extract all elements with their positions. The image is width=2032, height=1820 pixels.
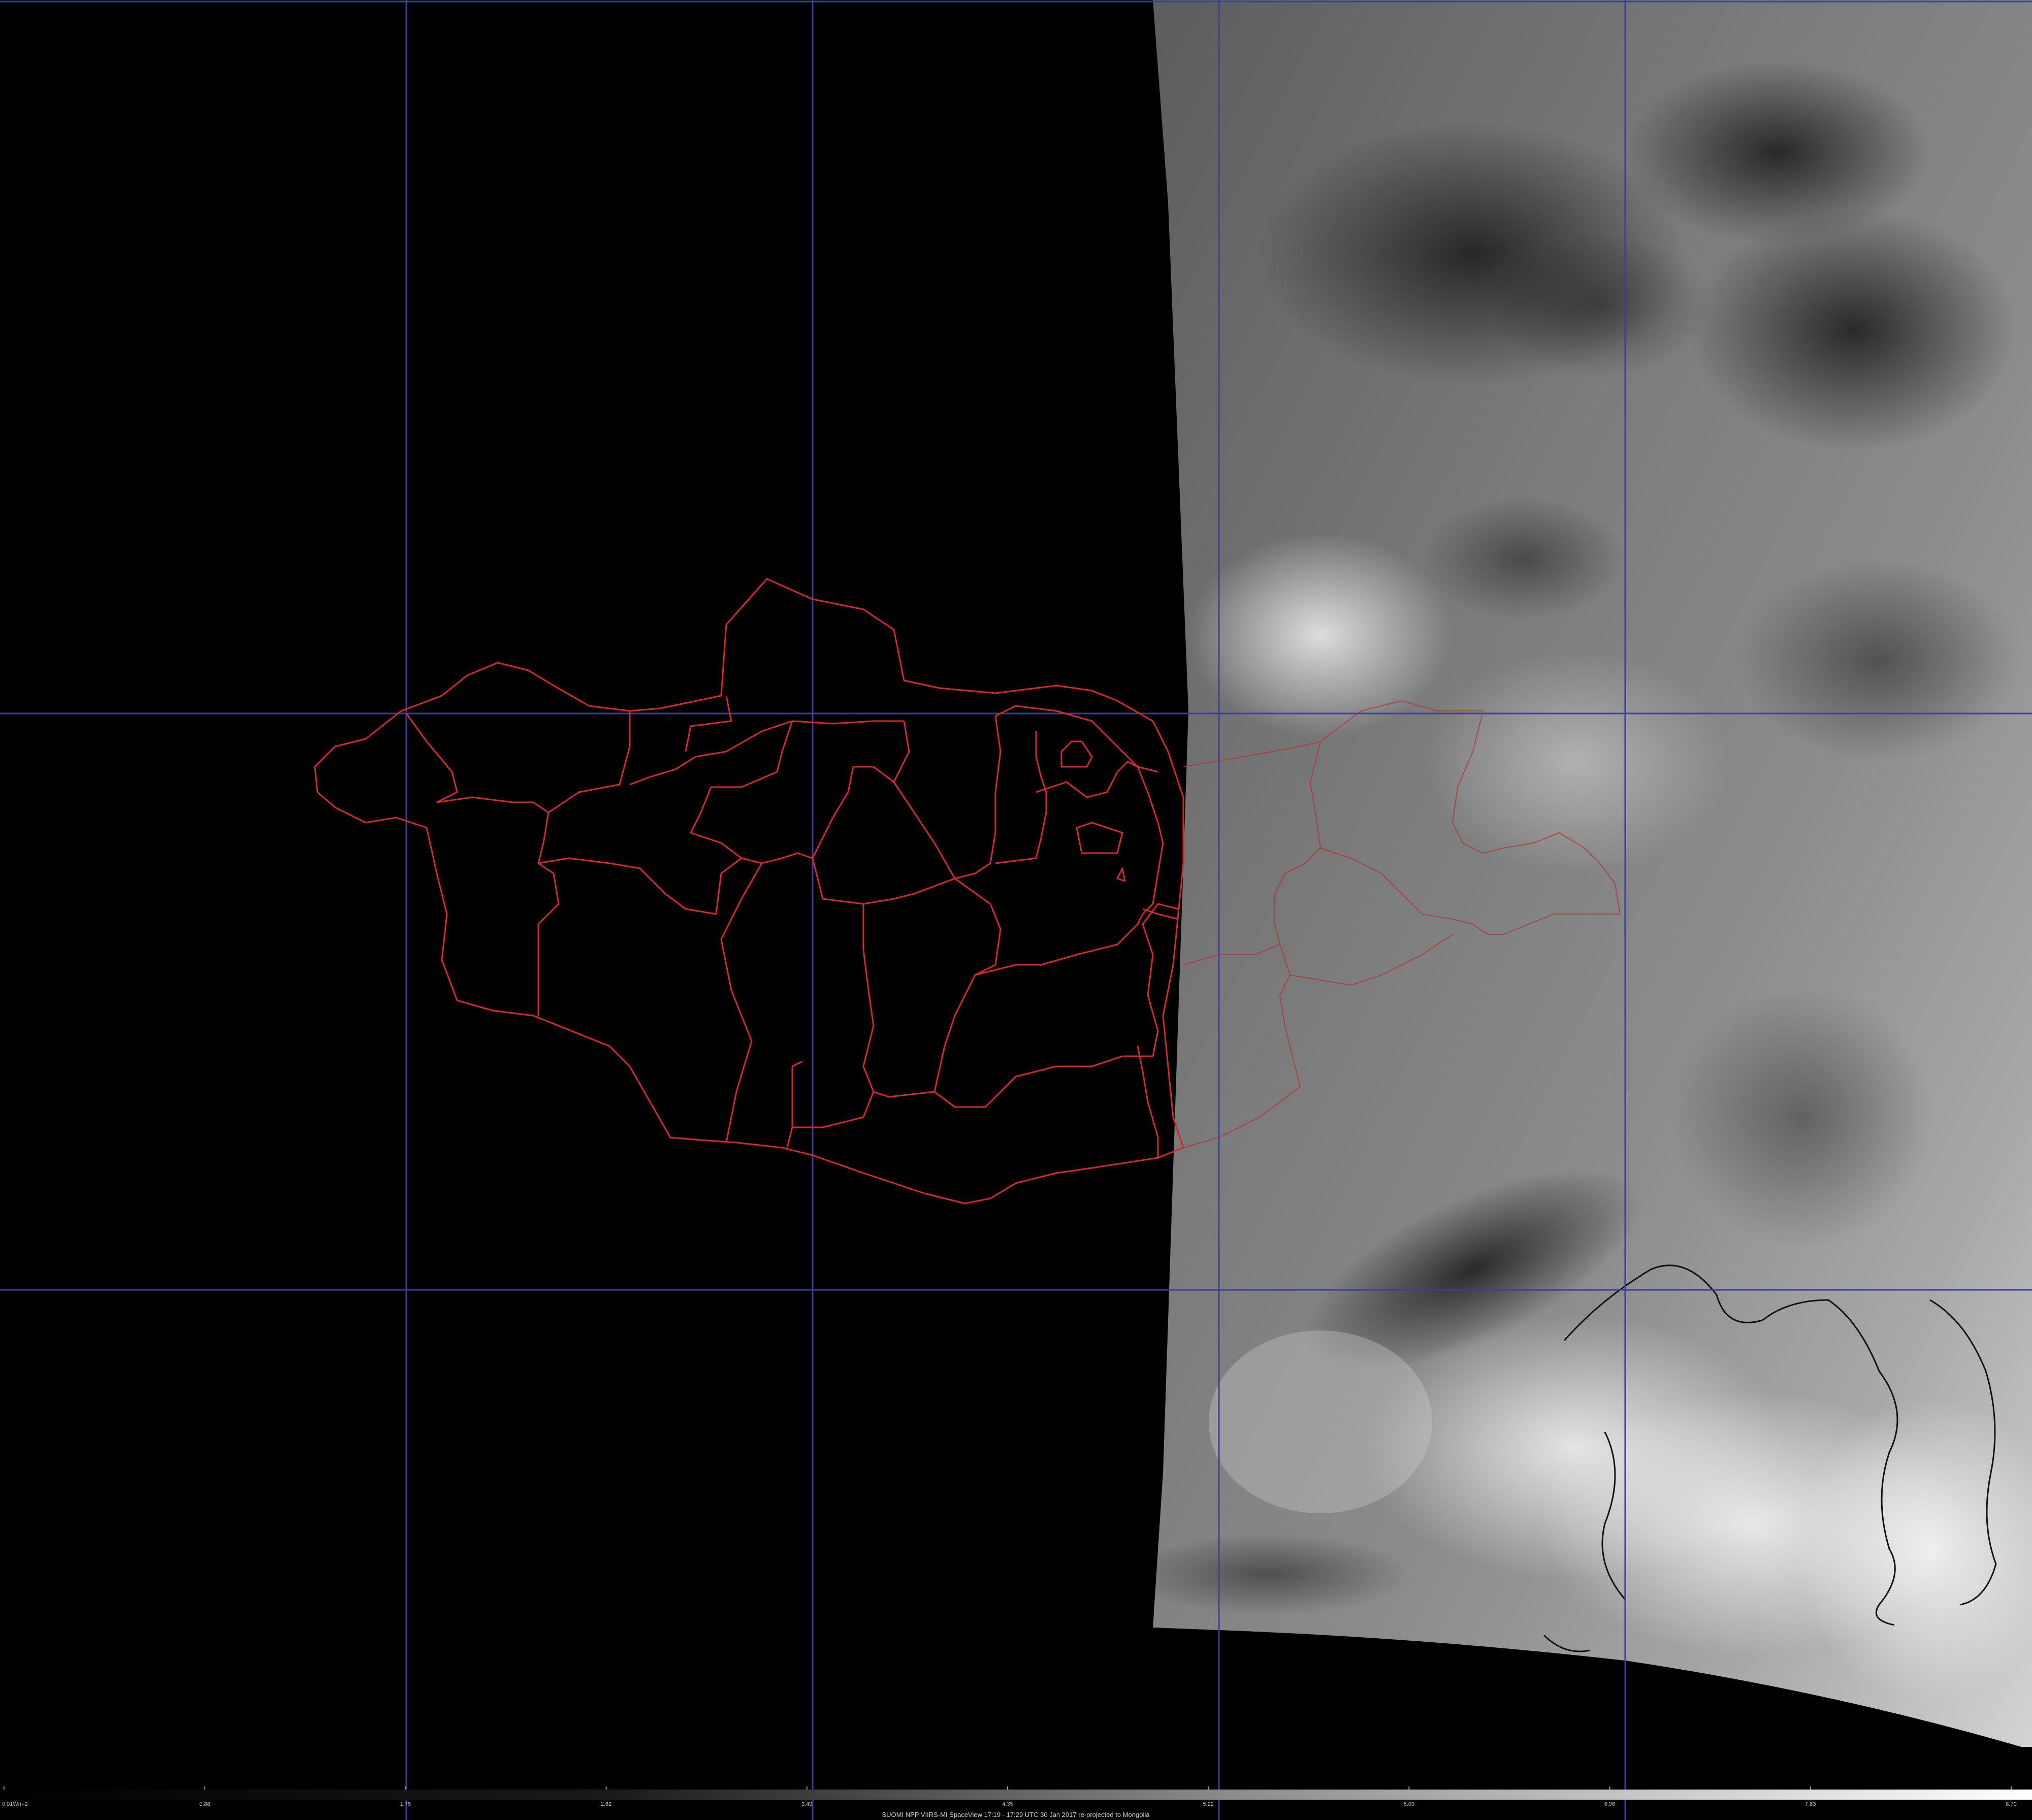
- map-canvas: 0.01Wm-2 0.88 1.75 2.62 3.49 4.35 5.22 6.09 6.96…: [0, 0, 2032, 1820]
- scale-label: 8.70: [2006, 1801, 2016, 1807]
- scale-label: 6.09: [1404, 1801, 1414, 1807]
- scale-label: 2.62: [601, 1801, 611, 1807]
- scale-label: 1.75: [400, 1801, 411, 1807]
- satellite-imagery: [1153, 0, 2032, 1747]
- image-caption: SUOMI NPP VIIRS-MI SpaceView 17:19 - 17:…: [882, 1811, 1150, 1818]
- scale-label: 0.01Wm-2: [2, 1801, 28, 1807]
- scale-label: 4.35: [1002, 1801, 1013, 1807]
- scale-label: 3.49: [801, 1801, 812, 1807]
- scale-label: 7.83: [1805, 1801, 1816, 1807]
- scale-label: 6.96: [1604, 1801, 1615, 1807]
- satellite-map: 0.01Wm-2 0.88 1.75 2.62 3.49 4.35 5.22 6.09 6.96…: [0, 0, 2032, 1820]
- scale-label: 5.22: [1203, 1801, 1213, 1807]
- scale-label: 0.88: [199, 1801, 210, 1807]
